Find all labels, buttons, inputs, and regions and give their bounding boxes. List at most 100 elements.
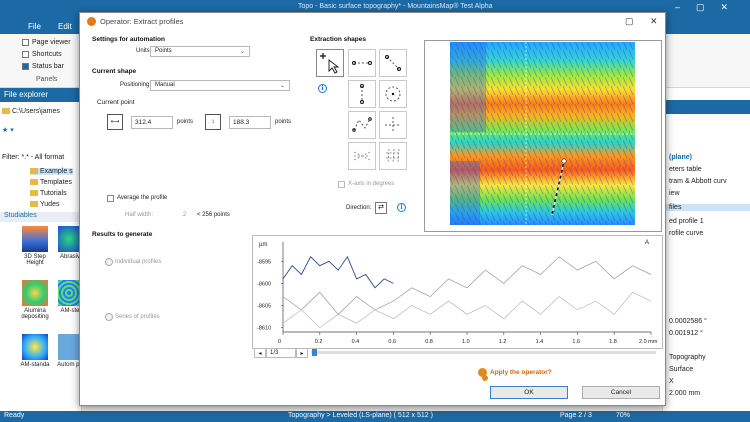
radial-lines-icon <box>353 151 371 161</box>
x-unit: points <box>177 119 194 125</box>
x-tick-label: 2.0 mm <box>639 339 658 345</box>
y-axis-label: µm <box>259 242 267 248</box>
tree-item[interactable]: eters table <box>669 166 702 173</box>
apply-operator-label: Apply the operator? <box>490 369 552 376</box>
polyline-shape-button[interactable] <box>348 111 376 139</box>
positioning-select[interactable]: Manual ⌄ <box>150 80 290 91</box>
maximize-icon[interactable]: ▢ <box>625 16 634 27</box>
topography-image-panel[interactable] <box>424 40 662 232</box>
x-tick-label: 1.6 <box>572 339 580 345</box>
diagonal-line-shape-button[interactable] <box>379 49 407 77</box>
grid-lines-icon <box>386 148 400 164</box>
ok-button[interactable]: OK <box>490 386 568 399</box>
x-position-icon: ⟷ <box>107 114 123 130</box>
thumb-caption: AM-standa <box>20 362 50 368</box>
circle-icon <box>385 86 401 102</box>
grid-shape-button[interactable] <box>379 142 407 170</box>
x-position-field[interactable]: 312.4 <box>131 116 173 129</box>
profile-slider-track[interactable] <box>311 351 656 354</box>
window-controls[interactable]: –▢✕ <box>675 2 744 13</box>
cross-shape-button[interactable] <box>379 111 407 139</box>
half-width-unit: < 256 points <box>197 212 230 218</box>
page-viewer-toggle[interactable]: Page viewer <box>22 39 71 46</box>
prev-arrow-icon[interactable]: ◂ <box>254 348 266 358</box>
series-of-profiles-radio[interactable] <box>105 313 113 321</box>
menu-file[interactable]: File <box>28 22 41 31</box>
vertical-line-shape-button[interactable] <box>348 80 376 108</box>
y-position-field[interactable]: 188.3 <box>229 116 271 129</box>
thumb-3d-step-height[interactable] <box>22 226 48 252</box>
tree-item[interactable]: ed profile 1 <box>669 218 704 225</box>
current-point-label: Current point <box>97 99 135 106</box>
status-document: Topography > Leveled (LS-plane) ( 512 x … <box>288 412 433 419</box>
studiables-header[interactable]: Studiables <box>0 212 82 222</box>
info-icon[interactable]: i <box>318 84 327 93</box>
circle-shape-button[interactable] <box>379 80 407 108</box>
current-shape-heading: Current shape <box>92 68 137 75</box>
profile-slider-thumb[interactable] <box>312 349 317 356</box>
y-tick-label: -8605 <box>257 303 271 309</box>
file-explorer-title: File explorer <box>0 88 82 102</box>
property-value: Topography <box>669 354 706 361</box>
direction-label: Direction: <box>346 205 372 211</box>
tree-item-example[interactable]: Example s <box>30 168 73 175</box>
series-of-profiles-label: Series of profiles <box>115 314 160 320</box>
tree-item-yudes[interactable]: Yudes <box>30 201 59 208</box>
tree-item-templates[interactable]: Templates <box>30 179 72 186</box>
thumb-abrasive[interactable] <box>58 226 80 252</box>
units-select[interactable]: Points ⌄ <box>150 46 250 57</box>
thumb-caption: 3D Step Height <box>24 254 46 266</box>
y-tick-label: -8595 <box>257 259 271 265</box>
direction-swap-button[interactable]: ⇄ <box>375 202 387 214</box>
right-panel: (plane) eters table tram & Abbott curv i… <box>662 88 750 411</box>
y-tick-label: -8610 <box>257 326 271 332</box>
gear-icon <box>482 375 488 381</box>
individual-profiles-radio[interactable] <box>105 258 113 266</box>
tree-item[interactable]: rofile curve <box>669 230 703 237</box>
menu-edit[interactable]: Edit <box>58 22 72 31</box>
tree-item-tutorials[interactable]: Tutorials <box>30 190 67 197</box>
topography-map[interactable] <box>425 41 663 233</box>
status-page: Page 2 / 3 <box>560 412 592 419</box>
status-bar-toggle[interactable]: Status bar <box>22 63 64 70</box>
next-arrow-icon[interactable]: ▸ <box>296 348 308 358</box>
application-window: Topo - Basic surface topography* - Mount… <box>0 0 750 422</box>
x-tick-label: 1.2 <box>499 339 507 345</box>
path-field[interactable]: C:\Users\james <box>2 108 60 115</box>
cancel-button[interactable]: Cancel <box>582 386 660 399</box>
diagonal-line-icon <box>385 55 401 71</box>
tree-item-selected[interactable]: files <box>663 204 750 211</box>
average-profile-checkbox[interactable] <box>107 195 114 202</box>
extraction-shapes-heading: Extraction shapes <box>310 36 366 43</box>
tree-item[interactable]: iew <box>669 190 680 197</box>
cursor-tool-button[interactable] <box>316 49 344 77</box>
thumb-am-step[interactable] <box>58 280 80 306</box>
star-icon[interactable]: ★ ▾ <box>2 126 14 134</box>
close-icon[interactable]: ✕ <box>650 16 658 27</box>
profile-page-field[interactable]: 1/3 <box>266 348 296 358</box>
vertical-line-icon <box>360 84 364 104</box>
x-axis-degrees-checkbox[interactable] <box>338 181 345 188</box>
y-position-icon: ↕ <box>205 114 221 130</box>
horizontal-line-shape-button[interactable] <box>348 49 376 77</box>
pointer-plus-icon <box>320 53 340 74</box>
shortcuts-toggle[interactable]: Shortcuts <box>22 51 62 58</box>
radial-shape-button[interactable] <box>348 142 376 170</box>
property-value: 2.000 mm <box>669 390 701 397</box>
profile-chart: µm A -8595 -8600 -8605 -8610 0 0.2 0.4 0.6 0.8 1.0 1… <box>257 240 658 345</box>
tree-item[interactable]: tram & Abbott curv <box>669 178 727 185</box>
thumb-automation[interactable] <box>58 334 80 360</box>
cross-icon <box>385 117 401 133</box>
chevron-down-icon: ⌄ <box>279 83 285 89</box>
filter-field[interactable]: Filter: *.* - All format <box>2 154 64 161</box>
ribbon-group-panels: Panels <box>36 76 58 83</box>
thumb-am-standard[interactable] <box>22 334 48 360</box>
profile-navigator: ◂ 1/3 ▸ <box>254 348 663 358</box>
info-icon[interactable]: i <box>397 203 406 212</box>
x-tick-label: 0 <box>278 339 281 345</box>
status-bar: Ready Topography > Leveled (LS-plane) ( … <box>0 411 750 422</box>
thumb-alumina[interactable] <box>22 280 48 306</box>
average-profile-label: Average the profile <box>117 195 168 201</box>
tree-item[interactable]: (plane) <box>669 154 692 161</box>
half-width-field[interactable]: 2 <box>183 212 186 218</box>
